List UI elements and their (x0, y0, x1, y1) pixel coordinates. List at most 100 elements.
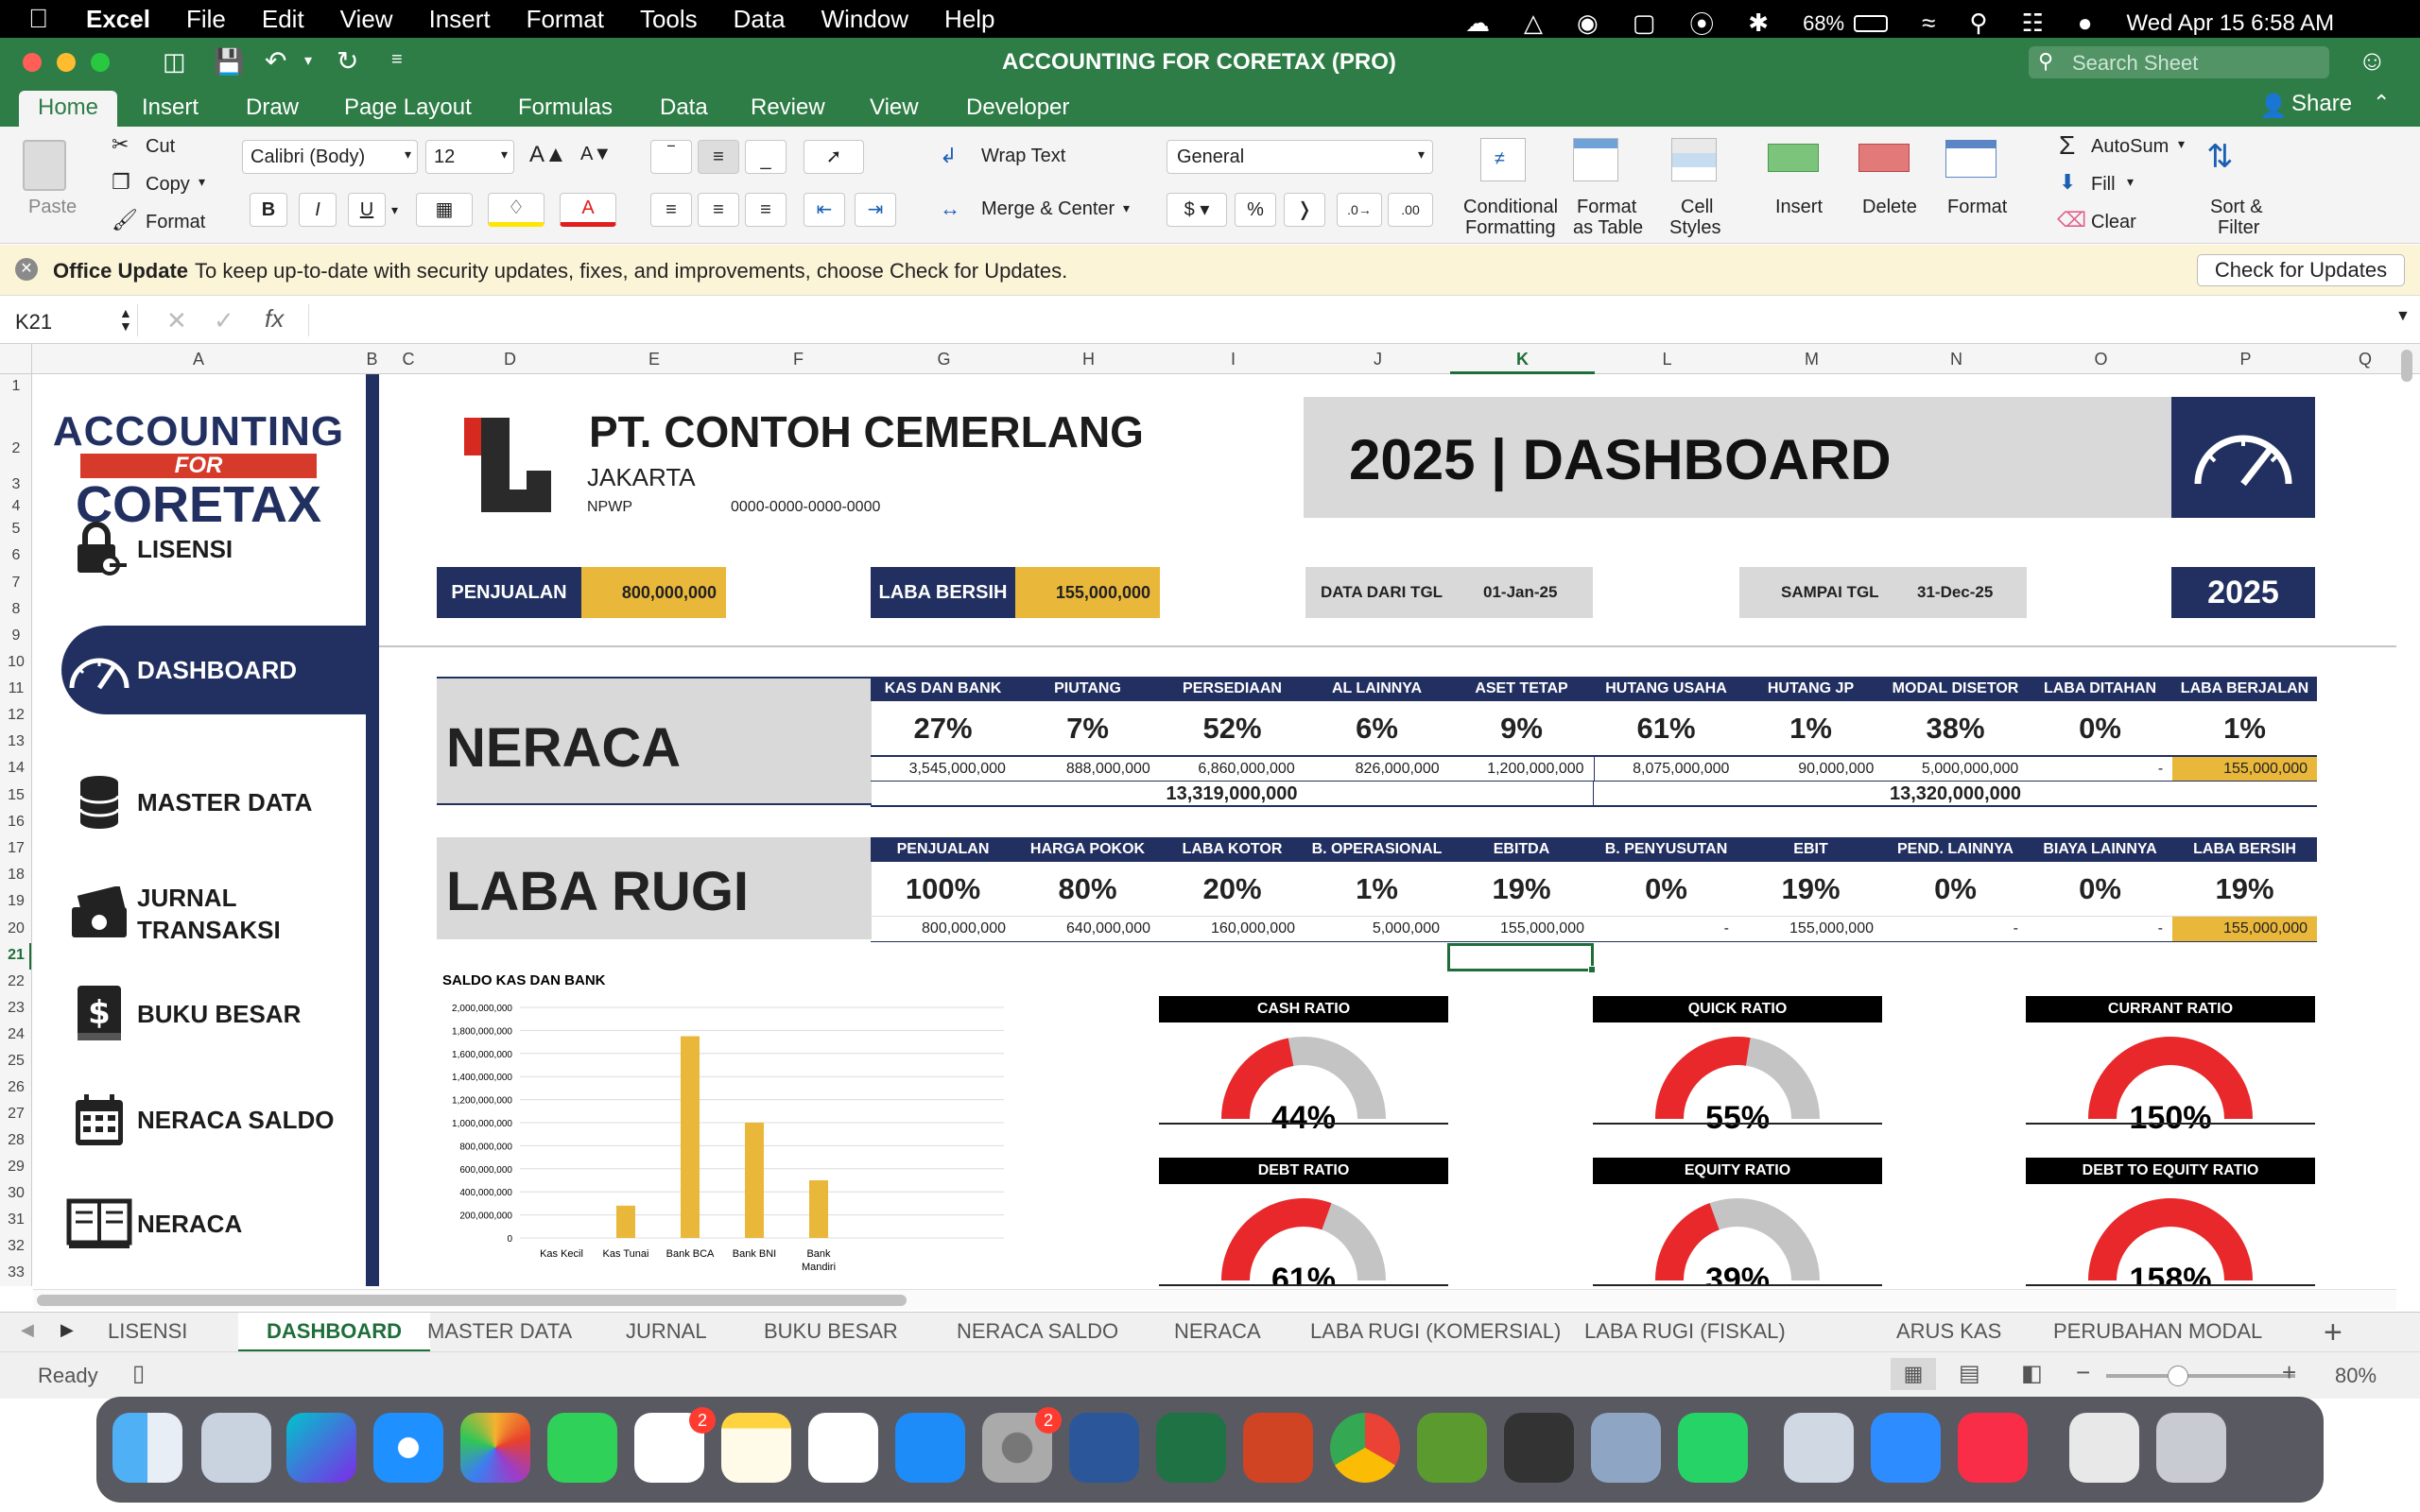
tab-review[interactable]: Review (732, 91, 844, 127)
tab-home[interactable]: Home (19, 91, 118, 127)
row-header[interactable]: 3 (0, 476, 31, 493)
sort-filter-icon[interactable]: ⇅ (2206, 138, 2234, 176)
minimize-window-button[interactable] (57, 53, 76, 72)
feedback-smiley-icon[interactable]: ☺ (2358, 45, 2387, 77)
spotlight-icon[interactable]: ⚲ (1969, 9, 1987, 38)
nav-master-data[interactable]: MASTER DATA (61, 760, 373, 845)
currency-button[interactable]: $ ▾ (1167, 193, 1227, 227)
autosum-button[interactable]: AutoSum (2091, 136, 2169, 158)
sheet-tab[interactable]: PERUBAHAN MODAL (2051, 1313, 2264, 1352)
copy-icon[interactable]: ❐ (112, 170, 130, 195)
name-box[interactable]: K21 ▲ ▼ (6, 304, 138, 336)
font-size-select[interactable]: 12 ▾ (425, 140, 514, 174)
underline-button[interactable]: U (348, 193, 386, 227)
menu-view[interactable]: View (340, 5, 393, 34)
col-header[interactable]: A (33, 350, 364, 369)
insert-cells-button[interactable]: Insert (1775, 197, 1823, 218)
launchpad-icon[interactable] (201, 1413, 271, 1483)
search-sheet-box[interactable]: ⚲ Search Sheet (2029, 46, 2329, 78)
increase-decimal-button[interactable]: .0→ (1337, 193, 1382, 227)
tab-formulas[interactable]: Formulas (499, 91, 631, 127)
wrap-text-icon[interactable]: ↲ (940, 144, 957, 168)
row-header[interactable]: 15 (0, 787, 31, 804)
row-header[interactable]: 2 (0, 440, 31, 457)
align-middle-button[interactable]: ≡ (698, 140, 739, 174)
next-sheet-icon[interactable]: ▶ (60, 1320, 74, 1340)
row-header[interactable]: 29 (0, 1159, 31, 1176)
col-header[interactable]: D (437, 350, 583, 369)
col-header[interactable]: I (1161, 350, 1305, 369)
comma-style-button[interactable]: ❭ (1284, 193, 1325, 227)
sheet-tab[interactable]: LABA RUGI (FISKAL) (1582, 1313, 1788, 1352)
save-icon[interactable]: 💾 (214, 47, 244, 77)
col-header[interactable]: G (872, 350, 1016, 369)
confirm-entry-icon[interactable]: ✓ (214, 306, 234, 335)
collapse-ribbon-icon[interactable]: ⌃ (2373, 91, 2390, 115)
screen-icon[interactable]: ▢ (1633, 9, 1656, 38)
view-page-break-icon[interactable]: ◧ (2021, 1360, 2043, 1387)
whatsapp-icon[interactable] (1678, 1413, 1748, 1483)
col-header[interactable]: F (725, 350, 872, 369)
feedback-app-icon[interactable] (1504, 1413, 1574, 1483)
prev-sheet-icon[interactable]: ◀ (21, 1320, 34, 1340)
menu-help[interactable]: Help (944, 5, 994, 34)
insert-cells-icon[interactable] (1768, 144, 1819, 172)
clear-icon[interactable]: ⌫ (2057, 208, 2086, 232)
menu-data[interactable]: Data (734, 5, 786, 34)
undo-icon[interactable]: ↶ (265, 45, 286, 77)
menu-app-name[interactable]: Excel (86, 5, 150, 34)
cut-button[interactable]: Cut (146, 136, 175, 158)
font-family-select[interactable]: Calibri (Body) ▾ (242, 140, 418, 174)
zoom-level[interactable]: 80% (2335, 1364, 2377, 1388)
expand-formula-icon[interactable]: ▼ (2395, 308, 2411, 325)
conditional-formatting-icon[interactable]: ≠ (1480, 138, 1526, 181)
siri-icon[interactable]: ● (2078, 9, 2093, 38)
increase-font-icon[interactable]: A▲ (529, 142, 567, 168)
row-header[interactable]: 22 (0, 973, 31, 990)
col-header[interactable]: B (364, 350, 380, 369)
safari-icon[interactable] (373, 1413, 443, 1483)
fill-icon[interactable]: ⬇ (2059, 170, 2076, 195)
downloads-stack-icon[interactable] (2069, 1413, 2139, 1483)
col-header[interactable]: N (1884, 350, 2029, 369)
wifi-icon[interactable]: ≈ (1922, 9, 1935, 38)
format-as-table-label-2[interactable]: as Table (1573, 217, 1643, 239)
col-header[interactable]: P (2173, 350, 2318, 369)
row-header[interactable]: 4 (0, 498, 31, 515)
selected-cell-k21[interactable] (1447, 943, 1594, 971)
menu-format[interactable]: Format (527, 5, 604, 34)
facetime-icon[interactable] (547, 1413, 617, 1483)
align-top-button[interactable]: ‾ (650, 140, 692, 174)
zoom-in-icon[interactable]: + (2282, 1358, 2296, 1387)
merge-center-icon[interactable]: ↔ (940, 197, 960, 221)
row-header[interactable]: 7 (0, 575, 31, 592)
fill-color-button[interactable]: ♢ (488, 193, 544, 227)
nav-buku-besar[interactable]: $ BUKU BESAR (61, 971, 373, 1057)
close-window-button[interactable] (23, 53, 42, 72)
row-header[interactable]: 13 (0, 733, 31, 750)
finder-icon[interactable] (112, 1413, 182, 1483)
autosum-dropdown-icon[interactable]: ▾ (2178, 136, 2185, 152)
cell-styles-icon[interactable] (1671, 138, 1717, 181)
format-cells-button[interactable]: Format (1947, 197, 2007, 218)
row-header[interactable]: 17 (0, 840, 31, 857)
menu-window[interactable]: Window (821, 5, 908, 34)
nav-dashboard[interactable]: DASHBOARD (61, 626, 373, 714)
sheet-tab[interactable]: JURNAL (624, 1313, 709, 1352)
tab-page-layout[interactable]: Page Layout (325, 91, 491, 127)
sheet-tab[interactable]: LABA RUGI (KOMERSIAL) (1308, 1313, 1563, 1352)
nav-lisensi[interactable]: LISENSI (61, 507, 373, 592)
autosum-icon[interactable]: Σ (2059, 130, 2075, 161)
col-header[interactable]: K (1450, 350, 1595, 369)
decrease-decimal-button[interactable]: .00 (1388, 193, 1433, 227)
col-header[interactable]: H (1016, 350, 1161, 369)
sheet-tab[interactable]: DASHBOARD (238, 1313, 430, 1352)
align-center-button[interactable]: ≡ (698, 193, 739, 227)
menu-edit[interactable]: Edit (262, 5, 304, 34)
check-for-updates-button[interactable]: Check for Updates (2197, 254, 2405, 286)
col-header[interactable]: J (1305, 350, 1450, 369)
share-button[interactable]: Share (2291, 91, 2352, 117)
add-sheet-icon[interactable]: + (2324, 1314, 2342, 1351)
insert-function-icon[interactable]: fx (265, 304, 284, 334)
redo-icon[interactable]: ↻ (337, 45, 358, 77)
